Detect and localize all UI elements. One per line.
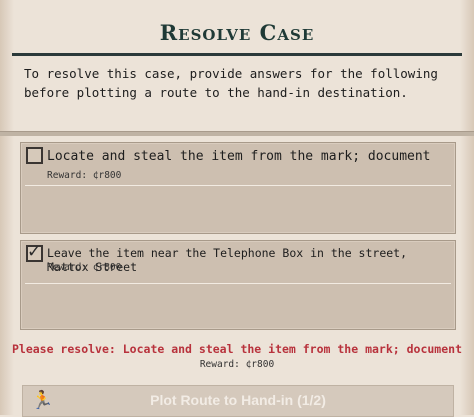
task-checkbox-checked[interactable]: ✓ [26, 242, 43, 262]
task-item[interactable]: Locate and steal the item from the mark;… [20, 142, 456, 234]
warning-reward: Reward: ¢r800 [199, 359, 275, 370]
task-item[interactable]: ✓ Leave the item near the Telephone Box … [20, 240, 456, 330]
task-checkbox[interactable] [26, 147, 43, 164]
plot-route-button[interactable]: 🏃 Plot Route to Hand-in (1/2) [22, 385, 454, 417]
plot-route-label: Plot Route to Hand-in (1/2) [150, 392, 326, 408]
intro-text: To resolve this case, provide answers fo… [24, 66, 438, 100]
task-reward: Reward: ¢r800 [47, 170, 122, 181]
dialog-title: Resolve Case [159, 20, 315, 45]
task-text: Locate and steal the item from the mark;… [47, 149, 431, 164]
title-divider [12, 53, 462, 56]
resolve-warning: Please resolve: Locate and steal the ite… [11, 342, 463, 356]
answer-line [25, 283, 451, 284]
answer-line [25, 185, 451, 186]
section-divider [0, 131, 474, 136]
task-reward: Reward: ¢r800 [47, 262, 122, 273]
checkmark-icon: ✓ [27, 242, 42, 262]
